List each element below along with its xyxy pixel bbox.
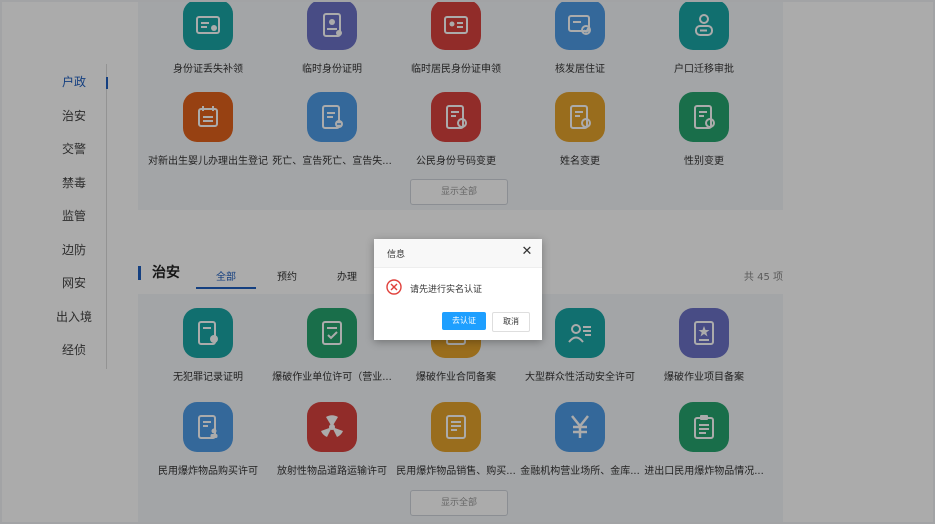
dialog-message: 请先进行实名认证 [410, 285, 483, 295]
dialog-title: 信息 [387, 250, 406, 260]
verify-button[interactable]: 去认证 [442, 312, 486, 330]
error-icon [386, 279, 402, 295]
info-dialog: 信息 ✕ 请先进行实名认证 去认证 取消 [374, 239, 542, 340]
dialog-header: 信息 ✕ [374, 239, 542, 268]
cancel-button[interactable]: 取消 [492, 312, 530, 332]
close-icon[interactable]: ✕ [520, 245, 534, 259]
page: 户政 治安 交警 禁毒 监管 边防 网安 出入境 经侦 身份证丢失补领 临时身份… [0, 0, 935, 524]
